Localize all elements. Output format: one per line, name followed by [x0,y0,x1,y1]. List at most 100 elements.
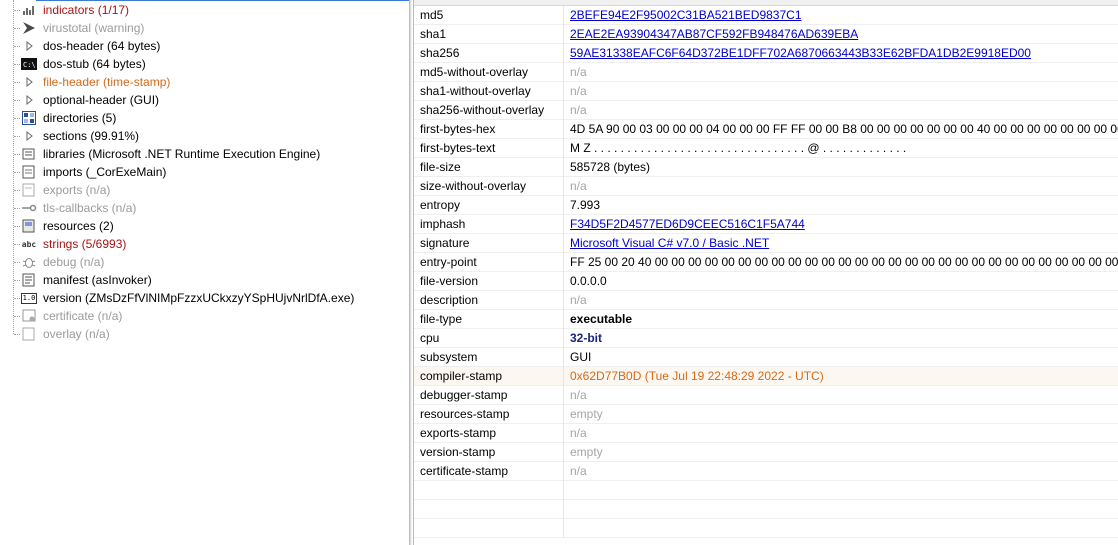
property-name: debugger-stamp [414,386,564,405]
tree-item-label: resources (2) [43,219,114,233]
property-row[interactable]: entropy 7.993 [414,196,1118,215]
tree-item-label: virustotal (warning) [43,21,145,35]
tree-item[interactable]: exports (n/a) [0,181,409,199]
tree-connector [14,154,20,155]
tree-item[interactable]: sections (99.91%) [0,127,409,145]
tree-item-label: optional-header (GUI) [43,93,160,107]
tree-item[interactable]: file-header (time-stamp) [0,73,409,91]
tree-item-label: strings (5/6993) [43,237,127,251]
property-name: entry-point [414,253,564,272]
property-row[interactable] [414,500,1118,519]
property-row[interactable]: first-bytes-hex 4D 5A 90 00 03 00 00 00 0… [414,120,1118,139]
property-value: n/a [570,84,587,98]
property-value: n/a [570,179,587,193]
property-grid[interactable]: md5 2BEFE94E2F95002C31BA521BED9837C1 sha1 2… [413,0,1118,545]
property-value: n/a [570,388,587,402]
tree-item[interactable]: 1.0 version (ZMsDzFfVlNIMpFzzxUCkxzyYSpHU… [0,289,409,307]
tree-connector [14,262,20,263]
property-row[interactable]: exports-stamp n/a [414,424,1118,443]
property-row[interactable]: entry-point FF 25 00 20 40 00 00 00 00 00… [414,253,1118,272]
property-value-link[interactable]: 2BEFE94E2F95002C31BA521BED9837C1 [570,6,1118,25]
property-name: size-without-overlay [414,177,564,196]
property-value-link[interactable]: 2EAE2EA93904347AB87CF592FB948476AD639EBA [570,25,1118,44]
property-row[interactable]: file-size 585728 (bytes) [414,158,1118,177]
overlay-icon [21,327,37,341]
property-value-link[interactable]: F34D5F2D4577ED6D9CEEC516C1F5A744 [570,215,1118,234]
tree-item[interactable]: debug (n/a) [0,253,409,271]
property-name: file-type [414,310,564,329]
tree-item-label: file-header (time-stamp) [43,75,171,89]
property-row[interactable]: compiler-stamp 0x62D77B0D (Tue Jul 19 22:… [414,367,1118,386]
tree-item[interactable]: abc strings (5/6993) [0,235,409,253]
property-row[interactable]: imphash F34D5F2D4577ED6D9CEEC516C1F5A744 [414,215,1118,234]
property-value [570,481,1118,500]
property-row[interactable]: sha256-without-overlay n/a [414,101,1118,120]
property-value: n/a [570,103,587,117]
property-row[interactable]: resources-stamp empty [414,405,1118,424]
tree-item[interactable]: virustotal (warning) [0,19,409,37]
tree-item[interactable]: optional-header (GUI) [0,91,409,109]
tree-item[interactable]: resources (2) [0,217,409,235]
property-value [570,519,1118,538]
tree-item[interactable]: tls-callbacks (n/a) [0,199,409,217]
tree-item[interactable]: imports (_CorExeMain) [0,163,409,181]
tree-item[interactable]: C:\ dos-stub (64 bytes) [0,55,409,73]
property-row[interactable] [414,519,1118,538]
property-row[interactable]: file-version 0.0.0.0 [414,272,1118,291]
property-name: compiler-stamp [414,367,564,386]
tree-item-label: directories (5) [43,111,117,125]
property-row[interactable]: sha1-without-overlay n/a [414,82,1118,101]
property-row[interactable]: file-type executable [414,310,1118,329]
tree-item-label: indicators (1/17) [43,3,130,17]
property-row[interactable]: sha256 59AE31338EAFC6F64D372BE1DFF702A687… [414,44,1118,63]
tree-panel[interactable]: indicators (1/17) virustotal (warning) dos… [0,0,409,545]
tree-item[interactable]: dos-header (64 bytes) [0,37,409,55]
tree-connector [14,64,20,65]
property-name: entropy [414,196,564,215]
property-row[interactable] [414,481,1118,500]
property-name: first-bytes-text [414,139,564,158]
property-row[interactable]: first-bytes-text M Z . . . . . . . . . . … [414,139,1118,158]
property-name: file-version [414,272,564,291]
property-row[interactable]: certificate-stamp n/a [414,462,1118,481]
resources-icon [21,219,37,233]
import-icon [21,165,37,179]
bar-chart-icon [21,3,37,17]
property-name: md5 [414,6,564,25]
property-row[interactable]: size-without-overlay n/a [414,177,1118,196]
property-row[interactable]: version-stamp empty [414,443,1118,462]
property-row[interactable]: description n/a [414,291,1118,310]
property-name: sha256-without-overlay [414,101,564,120]
property-row[interactable]: signature Microsoft Visual C# v7.0 / Basi… [414,234,1118,253]
property-row[interactable]: sha1 2EAE2EA93904347AB87CF592FB948476AD63… [414,25,1118,44]
tree-connector [14,46,20,47]
tree-item[interactable]: manifest (asInvoker) [0,271,409,289]
property-row[interactable]: md5-without-overlay n/a [414,63,1118,82]
grid-icon [21,111,37,125]
property-value: GUI [570,350,592,364]
property-value: empty [570,407,603,421]
property-value: executable [570,312,633,326]
property-name: sha256 [414,44,564,63]
arrow-right-icon [21,129,37,143]
tree-item[interactable]: overlay (n/a) [0,325,409,343]
property-value: 0.0.0.0 [570,274,607,288]
property-name: version-stamp [414,443,564,462]
property-value-link[interactable]: 59AE31338EAFC6F64D372BE1DFF702A687066344… [570,44,1118,63]
tree-item[interactable]: certificate (n/a) [0,307,409,325]
property-value: FF 25 00 20 40 00 00 00 00 00 00 00 00 0… [570,255,1118,269]
property-value [570,500,1118,519]
property-name: description [414,291,564,310]
tree-item[interactable]: directories (5) [0,109,409,127]
property-row[interactable]: debugger-stamp n/a [414,386,1118,405]
tree-connector [14,118,20,119]
tree-item[interactable]: indicators (1/17) [0,1,409,19]
property-name: subsystem [414,348,564,367]
property-value: 0x62D77B0D (Tue Jul 19 22:48:29 2022 - U… [570,369,824,383]
splitter[interactable] [409,0,412,545]
property-value-link[interactable]: Microsoft Visual C# v7.0 / Basic .NET [570,234,1118,253]
property-row[interactable]: md5 2BEFE94E2F95002C31BA521BED9837C1 [414,6,1118,25]
tree-item[interactable]: libraries (Microsoft .NET Runtime Execut… [0,145,409,163]
property-row[interactable]: cpu 32-bit [414,329,1118,348]
property-row[interactable]: subsystem GUI [414,348,1118,367]
